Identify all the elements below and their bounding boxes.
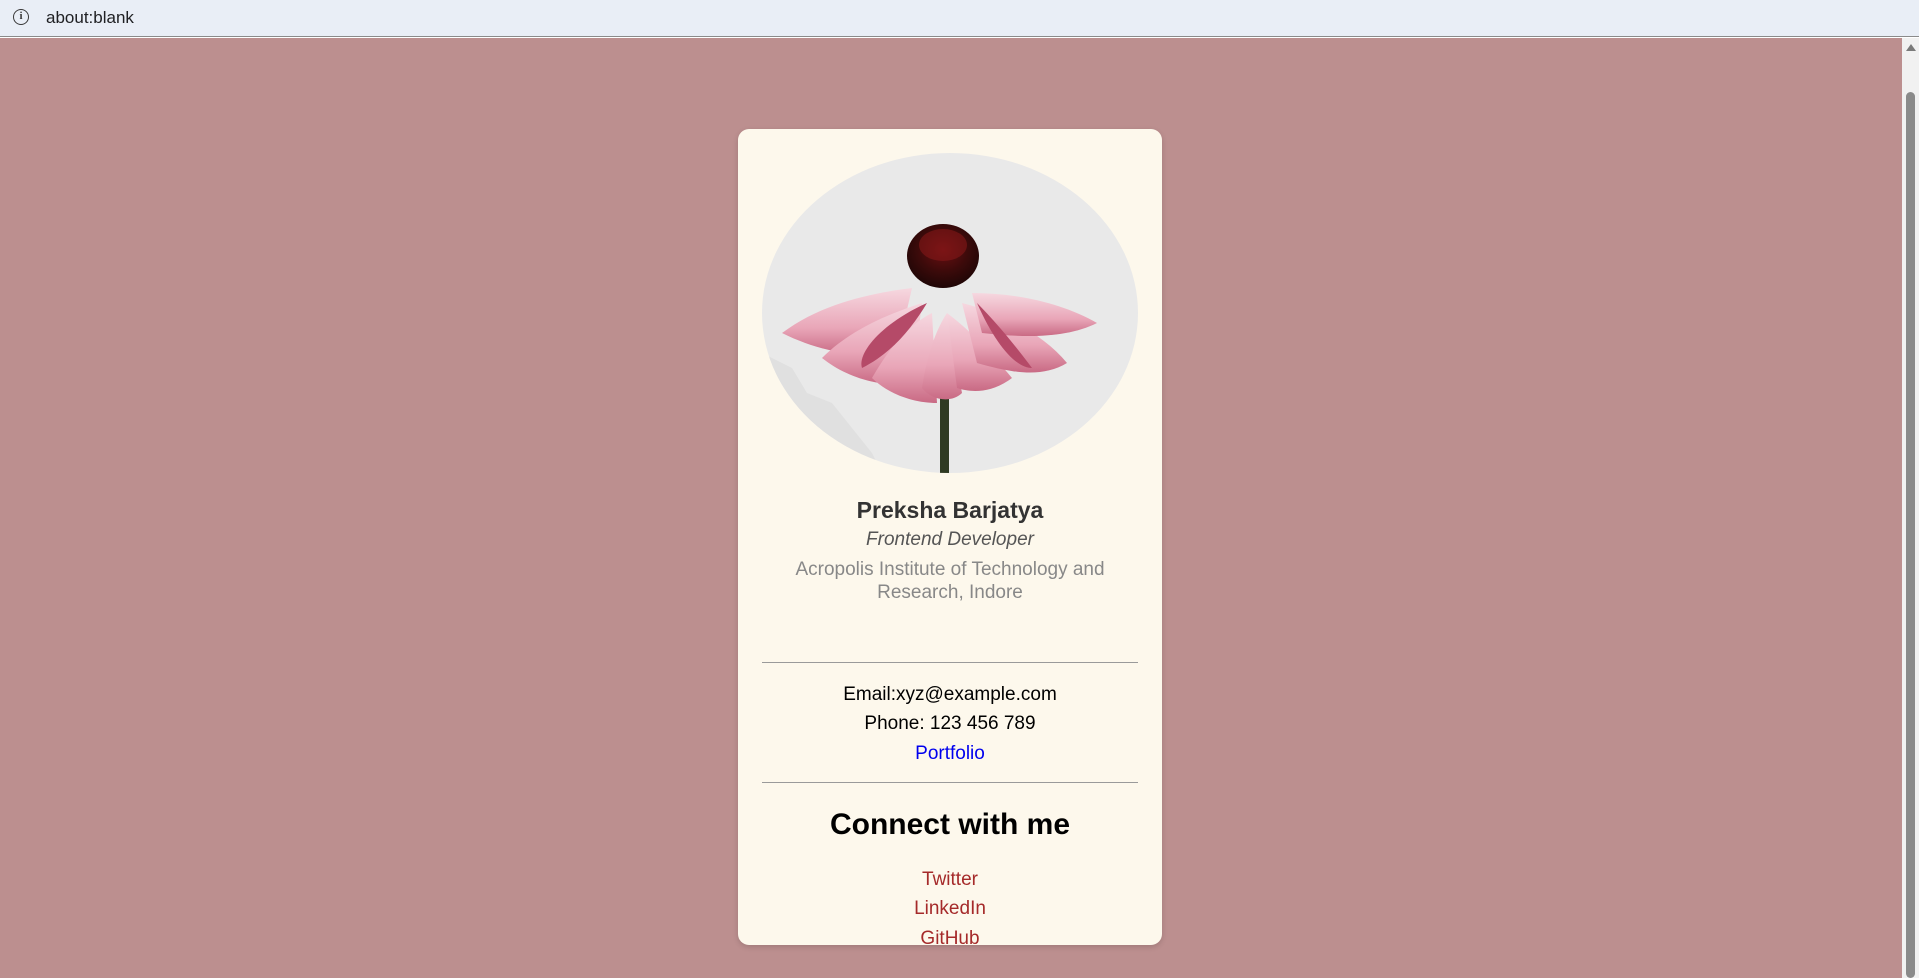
- divider: [762, 782, 1138, 783]
- vertical-scrollbar[interactable]: [1902, 38, 1919, 978]
- twitter-link[interactable]: Twitter: [738, 869, 1162, 891]
- portfolio-link[interactable]: Portfolio: [738, 743, 1162, 765]
- linkedin-link[interactable]: LinkedIn: [738, 898, 1162, 920]
- profile-name: Preksha Barjatya: [856, 497, 1044, 523]
- scroll-up-arrow-icon[interactable]: [1906, 44, 1916, 51]
- profile-card: Preksha Barjatya Frontend Developer Acro…: [738, 129, 1162, 949]
- phone-text: Phone: 123 456 789: [864, 713, 1036, 734]
- scroll-thumb[interactable]: [1906, 92, 1915, 978]
- profile-institute: Acropolis Institute of Technology and Re…: [795, 559, 1105, 603]
- profile-photo: [762, 153, 1138, 473]
- info-icon[interactable]: i: [13, 9, 29, 25]
- github-link[interactable]: GitHub: [738, 928, 1162, 950]
- page-viewport: Preksha Barjatya Frontend Developer Acro…: [0, 38, 1902, 978]
- address-text[interactable]: about:blank: [46, 8, 134, 28]
- divider: [762, 662, 1138, 663]
- profile-role: Frontend Developer: [866, 529, 1034, 550]
- browser-address-bar: i about:blank: [0, 0, 1919, 37]
- connect-heading: Connect with me: [829, 808, 1070, 841]
- email-text: Email:xyz@example.com: [843, 684, 1057, 705]
